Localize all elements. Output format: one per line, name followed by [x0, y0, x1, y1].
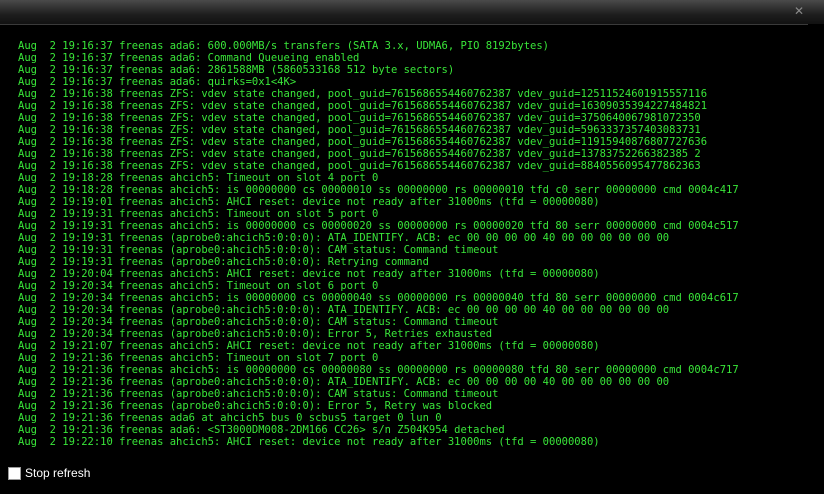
log-line: Aug 2 19:16:37 freenas ada6: quirks=0x1<…	[18, 76, 297, 88]
log-viewer-window: ✕ Aug 2 19:16:37 freenas ada6: 600.000MB…	[0, 0, 824, 494]
close-icon[interactable]: ✕	[792, 4, 806, 18]
log-line: Aug 2 19:20:34 freenas ahcich5: Timeout …	[18, 280, 379, 292]
log-line: Aug 2 19:16:38 freenas ZFS: vdev state c…	[18, 148, 701, 160]
log-line: Aug 2 19:22:10 freenas ahcich5: AHCI res…	[18, 436, 600, 448]
log-line: Aug 2 19:16:38 freenas ZFS: vdev state c…	[18, 136, 708, 148]
log-line: Aug 2 19:21:36 freenas (aprobe0:ahcich5:…	[18, 376, 670, 388]
log-line: Aug 2 19:16:37 freenas ada6: 600.000MB/s…	[18, 40, 550, 52]
log-line: Aug 2 19:20:34 freenas (aprobe0:ahcich5:…	[18, 304, 670, 316]
log-output: Aug 2 19:16:37 freenas ada6: 600.000MB/s…	[0, 40, 808, 455]
stop-refresh-label[interactable]: Stop refresh	[25, 466, 90, 480]
log-line: Aug 2 19:18:28 freenas ahcich5: is 00000…	[18, 184, 739, 196]
footer-controls: Stop refresh	[8, 465, 90, 481]
log-scrollbar[interactable]	[808, 24, 824, 454]
log-line: Aug 2 19:16:38 freenas ZFS: vdev state c…	[18, 88, 708, 100]
log-line: Aug 2 19:16:37 freenas ada6: 2861588MB (…	[18, 64, 455, 76]
log-line: Aug 2 19:19:31 freenas ahcich5: is 00000…	[18, 220, 739, 232]
log-line: Aug 2 19:21:36 freenas (aprobe0:ahcich5:…	[18, 388, 499, 400]
log-line: Aug 2 19:20:04 freenas ahcich5: AHCI res…	[18, 268, 600, 280]
log-line: Aug 2 19:16:37 freenas ada6: Command Que…	[18, 52, 360, 64]
log-line: Aug 2 19:16:38 freenas ZFS: vdev state c…	[18, 160, 701, 172]
log-line: Aug 2 19:18:28 freenas ahcich5: Timeout …	[18, 172, 379, 184]
log-line: Aug 2 19:20:34 freenas (aprobe0:ahcich5:…	[18, 328, 493, 340]
log-line: Aug 2 19:19:31 freenas (aprobe0:ahcich5:…	[18, 256, 429, 268]
log-line: Aug 2 19:21:36 freenas (aprobe0:ahcich5:…	[18, 400, 493, 412]
log-line: Aug 2 19:16:38 freenas ZFS: vdev state c…	[18, 124, 701, 136]
log-line: Aug 2 19:21:36 freenas ahcich5: Timeout …	[18, 352, 379, 364]
log-line: Aug 2 19:20:34 freenas (aprobe0:ahcich5:…	[18, 316, 499, 328]
window-titlebar: ✕	[0, 0, 824, 25]
log-line: Aug 2 19:16:38 freenas ZFS: vdev state c…	[18, 100, 708, 112]
stop-refresh-checkbox[interactable]	[8, 466, 21, 480]
log-line: Aug 2 19:19:31 freenas (aprobe0:ahcich5:…	[18, 244, 499, 256]
log-line: Aug 2 19:19:01 freenas ahcich5: AHCI res…	[18, 196, 600, 208]
log-line: Aug 2 19:21:36 freenas ahcich5: is 00000…	[18, 364, 739, 376]
log-line: Aug 2 19:16:38 freenas ZFS: vdev state c…	[18, 112, 701, 124]
log-line: Aug 2 19:19:31 freenas ahcich5: Timeout …	[18, 208, 379, 220]
log-line: Aug 2 19:19:31 freenas (aprobe0:ahcich5:…	[18, 232, 670, 244]
log-line: Aug 2 19:21:07 freenas ahcich5: AHCI res…	[18, 340, 600, 352]
log-line: Aug 2 19:21:36 freenas ada6 at ahcich5 b…	[18, 412, 442, 424]
log-line: Aug 2 19:21:36 freenas ada6: <ST3000DM00…	[18, 424, 505, 436]
log-line: Aug 2 19:20:34 freenas ahcich5: is 00000…	[18, 292, 739, 304]
